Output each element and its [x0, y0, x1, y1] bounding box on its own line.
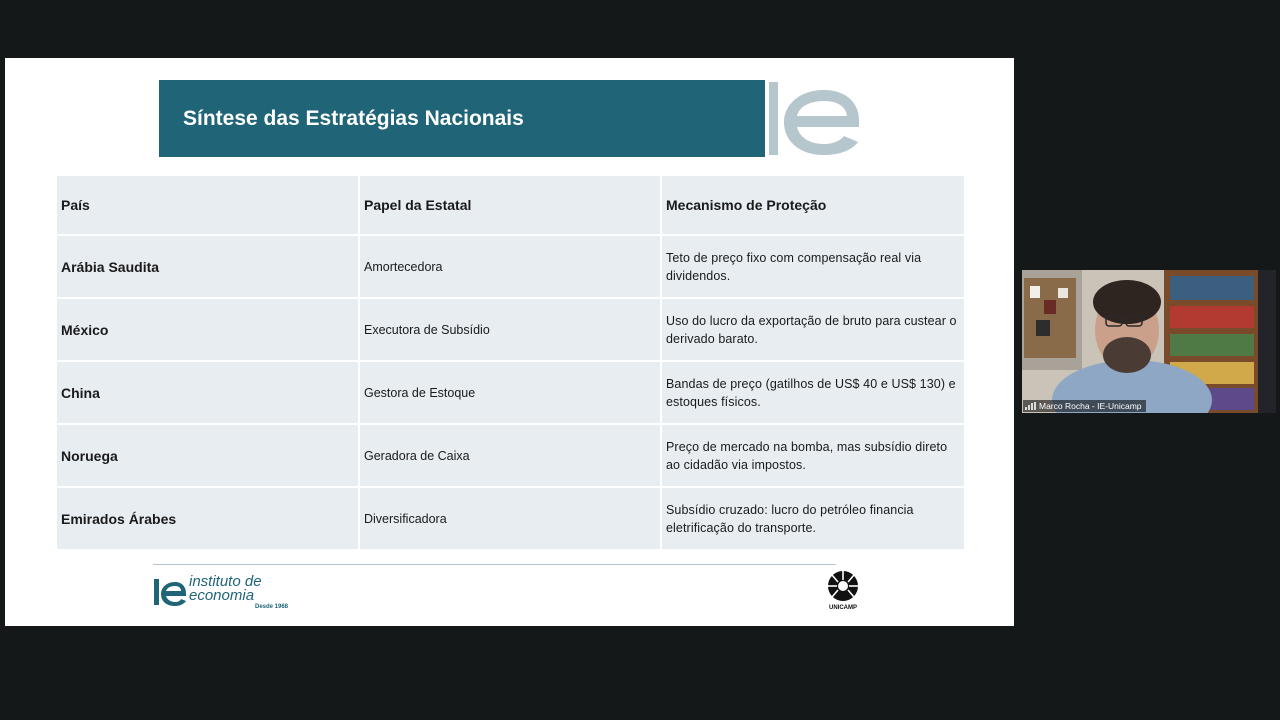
cell-country: Noruega	[55, 423, 360, 488]
cell-role: Amortecedora	[358, 234, 662, 299]
table-row: Noruega Geradora de Caixa Preço de merca…	[55, 423, 966, 488]
footer-divider	[153, 564, 836, 565]
ie-logo-icon	[769, 82, 859, 155]
table-row: México Executora de Subsídio Uso do lucr…	[55, 297, 966, 362]
cell-mechanism: Teto de preço fixo com compensação real …	[660, 234, 966, 299]
cell-role: Executora de Subsídio	[358, 297, 662, 362]
header-role: Papel da Estatal	[358, 174, 662, 236]
cell-mechanism: Uso do lucro da exportação de bruto para…	[660, 297, 966, 362]
cell-country: México	[55, 297, 360, 362]
signal-strength-icon	[1025, 402, 1036, 410]
ie-footer-icon	[154, 579, 186, 606]
table-row: China Gestora de Estoque Bandas de preço…	[55, 360, 966, 425]
participant-video-tile[interactable]: Marco Rocha - IE-Unicamp	[1022, 270, 1276, 413]
slide-title-bar: Síntese das Estratégias Nacionais	[159, 80, 765, 157]
participant-video-feed	[1022, 270, 1276, 413]
cell-role: Geradora de Caixa	[358, 423, 662, 488]
cell-country: Emirados Árabes	[55, 486, 360, 551]
ie-footer-since: Desde 1968	[255, 604, 289, 610]
instituto-economia-logo: instituto de economia Desde 1968	[153, 574, 293, 615]
table-row: Arábia Saudita Amortecedora Teto de preç…	[55, 234, 966, 299]
cell-mechanism: Preço de mercado na bomba, mas subsídio …	[660, 423, 966, 488]
unicamp-emblem-icon	[828, 571, 858, 601]
cell-country: China	[55, 360, 360, 425]
table-header-row: País Papel da Estatal Mecanismo de Prote…	[55, 174, 966, 236]
table-row: Emirados Árabes Diversificadora Subsídio…	[55, 486, 966, 551]
cell-country: Arábia Saudita	[55, 234, 360, 299]
participant-name-tag: Marco Rocha - IE-Unicamp	[1023, 400, 1146, 412]
cell-role: Gestora de Estoque	[358, 360, 662, 425]
ie-footer-wordmark: instituto de economia	[189, 574, 262, 604]
cell-role: Diversificadora	[358, 486, 662, 551]
header-mechanism: Mecanismo de Proteção	[660, 174, 966, 236]
ie-footer-line2: economia	[189, 587, 255, 604]
cell-mechanism: Bandas de preço (gatilhos de US$ 40 e US…	[660, 360, 966, 425]
presentation-slide: Síntese das Estratégias Nacionais País P…	[5, 58, 1014, 626]
participant-name: Marco Rocha - IE-Unicamp	[1039, 401, 1142, 411]
unicamp-label: UNICAMP	[829, 605, 857, 611]
unicamp-logo: UNICAMP	[821, 568, 865, 614]
cell-mechanism: Subsídio cruzado: lucro do petróleo fina…	[660, 486, 966, 551]
header-country: País	[55, 174, 360, 236]
slide-title: Síntese das Estratégias Nacionais	[183, 106, 524, 130]
strategy-table: País Papel da Estatal Mecanismo de Prote…	[55, 174, 966, 551]
